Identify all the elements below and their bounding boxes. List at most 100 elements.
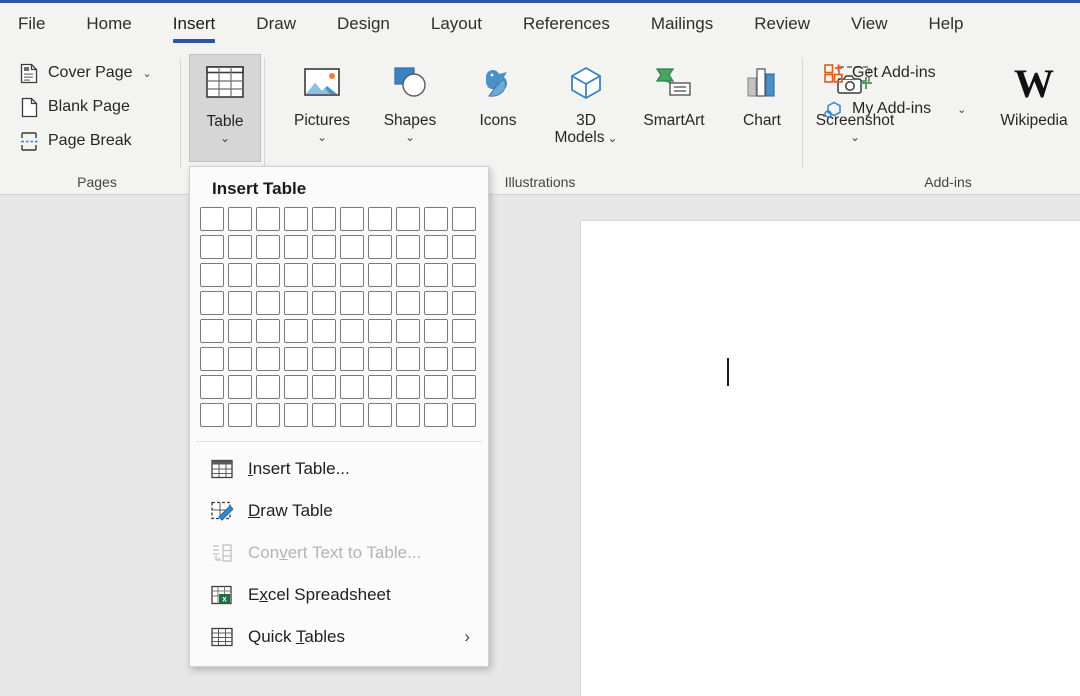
tab-layout[interactable]: Layout xyxy=(431,14,482,38)
tab-file[interactable]: File xyxy=(18,14,45,38)
table-grid-cell[interactable] xyxy=(312,375,336,399)
table-grid-cell[interactable] xyxy=(200,235,224,259)
table-grid-cell[interactable] xyxy=(396,319,420,343)
table-grid-cell[interactable] xyxy=(256,319,280,343)
table-grid-cell[interactable] xyxy=(340,347,364,371)
table-grid-cell[interactable] xyxy=(368,347,392,371)
menu-item-draw-table[interactable]: Draw Table xyxy=(190,490,488,532)
table-grid-cell[interactable] xyxy=(424,207,448,231)
table-grid-cell[interactable] xyxy=(396,375,420,399)
table-grid-cell[interactable] xyxy=(368,235,392,259)
table-grid-cell[interactable] xyxy=(200,207,224,231)
table-grid-cell[interactable] xyxy=(368,403,392,427)
tab-view[interactable]: View xyxy=(851,14,888,38)
table-grid-cell[interactable] xyxy=(424,291,448,315)
tab-references[interactable]: References xyxy=(523,14,610,38)
table-grid-cell[interactable] xyxy=(284,403,308,427)
wikipedia-button[interactable]: W Wikipedia xyxy=(986,58,1080,130)
table-size-grid[interactable] xyxy=(190,207,488,441)
table-grid-cell[interactable] xyxy=(256,375,280,399)
table-grid-cell[interactable] xyxy=(228,403,252,427)
table-grid-cell[interactable] xyxy=(312,403,336,427)
table-grid-cell[interactable] xyxy=(396,263,420,287)
chart-button[interactable]: Chart xyxy=(718,54,806,162)
table-grid-cell[interactable] xyxy=(312,207,336,231)
table-grid-cell[interactable] xyxy=(228,347,252,371)
table-grid-cell[interactable] xyxy=(452,347,476,371)
table-grid-cell[interactable] xyxy=(452,263,476,287)
table-grid-cell[interactable] xyxy=(228,263,252,287)
pictures-button[interactable]: Pictures ⌄ xyxy=(278,54,366,162)
table-grid-cell[interactable] xyxy=(284,375,308,399)
table-grid-cell[interactable] xyxy=(284,263,308,287)
menu-item-insert-table[interactable]: Insert Table... xyxy=(190,448,488,490)
table-grid-cell[interactable] xyxy=(312,347,336,371)
table-grid-cell[interactable] xyxy=(340,263,364,287)
table-grid-cell[interactable] xyxy=(396,291,420,315)
table-grid-cell[interactable] xyxy=(424,319,448,343)
tab-home[interactable]: Home xyxy=(86,14,131,38)
table-grid-cell[interactable] xyxy=(284,207,308,231)
table-grid-cell[interactable] xyxy=(200,403,224,427)
table-grid-cell[interactable] xyxy=(368,263,392,287)
table-grid-cell[interactable] xyxy=(340,291,364,315)
table-grid-cell[interactable] xyxy=(256,263,280,287)
table-grid-cell[interactable] xyxy=(228,207,252,231)
table-grid-cell[interactable] xyxy=(284,291,308,315)
table-grid-cell[interactable] xyxy=(228,291,252,315)
table-grid-cell[interactable] xyxy=(256,207,280,231)
table-grid-cell[interactable] xyxy=(396,207,420,231)
table-grid-cell[interactable] xyxy=(452,207,476,231)
table-grid-cell[interactable] xyxy=(368,291,392,315)
table-grid-cell[interactable] xyxy=(368,319,392,343)
table-grid-cell[interactable] xyxy=(340,235,364,259)
menu-item-excel-spreadsheet[interactable]: x Excel Spreadsheet xyxy=(190,574,488,616)
tab-review[interactable]: Review xyxy=(754,14,810,38)
table-grid-cell[interactable] xyxy=(368,207,392,231)
table-grid-cell[interactable] xyxy=(200,263,224,287)
table-grid-cell[interactable] xyxy=(284,347,308,371)
table-grid-cell[interactable] xyxy=(228,375,252,399)
table-grid-cell[interactable] xyxy=(200,291,224,315)
table-grid-cell[interactable] xyxy=(452,319,476,343)
table-grid-cell[interactable] xyxy=(452,375,476,399)
table-grid-cell[interactable] xyxy=(312,235,336,259)
table-grid-cell[interactable] xyxy=(284,235,308,259)
blank-page-button[interactable]: Blank Page xyxy=(14,92,156,122)
table-grid-cell[interactable] xyxy=(340,375,364,399)
menu-item-quick-tables[interactable]: Quick Tables › xyxy=(190,616,488,658)
table-grid-cell[interactable] xyxy=(452,235,476,259)
table-grid-cell[interactable] xyxy=(424,403,448,427)
tab-design[interactable]: Design xyxy=(337,14,390,38)
table-grid-cell[interactable] xyxy=(340,403,364,427)
table-grid-cell[interactable] xyxy=(256,347,280,371)
tab-insert[interactable]: Insert xyxy=(172,14,215,43)
table-grid-cell[interactable] xyxy=(452,403,476,427)
smartart-button[interactable]: SmartArt xyxy=(630,54,718,162)
table-grid-cell[interactable] xyxy=(228,235,252,259)
table-grid-cell[interactable] xyxy=(424,347,448,371)
table-grid-cell[interactable] xyxy=(424,375,448,399)
table-grid-cell[interactable] xyxy=(284,319,308,343)
my-addins-button[interactable]: My Add-ins ⌄ xyxy=(818,94,986,124)
table-grid-cell[interactable] xyxy=(312,263,336,287)
icons-button[interactable]: Icons xyxy=(454,54,542,162)
table-grid-cell[interactable] xyxy=(256,291,280,315)
table-grid-cell[interactable] xyxy=(424,235,448,259)
table-grid-cell[interactable] xyxy=(368,375,392,399)
table-button[interactable]: Table ⌄ xyxy=(189,54,261,162)
document-page[interactable] xyxy=(580,220,1080,696)
table-grid-cell[interactable] xyxy=(396,403,420,427)
3d-models-button[interactable]: 3D Models ⌄ xyxy=(542,54,630,162)
tab-help[interactable]: Help xyxy=(929,14,964,38)
table-grid-cell[interactable] xyxy=(340,319,364,343)
table-grid-cell[interactable] xyxy=(452,291,476,315)
table-grid-cell[interactable] xyxy=(256,403,280,427)
tab-draw[interactable]: Draw xyxy=(256,14,296,38)
table-grid-cell[interactable] xyxy=(312,319,336,343)
table-grid-cell[interactable] xyxy=(396,347,420,371)
page-break-button[interactable]: Page Break xyxy=(14,126,156,156)
table-grid-cell[interactable] xyxy=(256,235,280,259)
tab-mailings[interactable]: Mailings xyxy=(651,14,713,38)
get-addins-button[interactable]: Get Add-ins xyxy=(818,58,986,88)
